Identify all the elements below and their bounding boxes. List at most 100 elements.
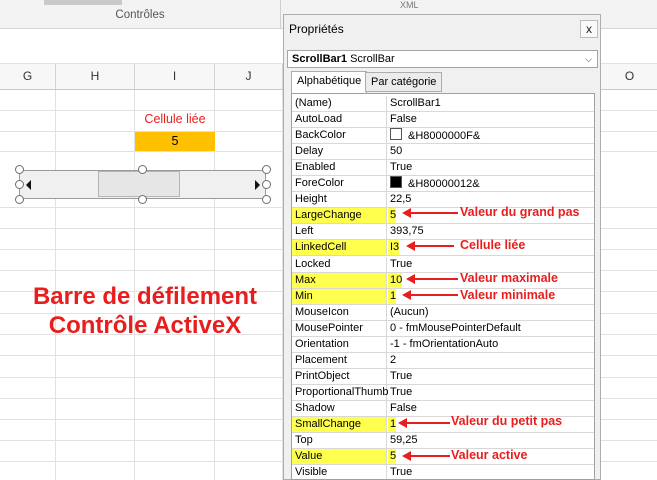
property-name: ForeColor [292,176,387,192]
property-value[interactable]: True [388,369,412,384]
resize-handle-right[interactable] [262,180,271,189]
property-name: Placement [292,352,387,368]
property-value[interactable]: False [388,112,417,127]
annotation-max: Valeur maximale [460,271,558,285]
property-value[interactable]: False [388,401,417,416]
color-swatch-icon [390,128,402,141]
property-name: Height [292,192,387,208]
property-value[interactable]: 1 [388,417,397,432]
property-value[interactable]: &H8000000F& [388,128,480,143]
property-value-text: False [390,401,417,414]
annotation-min: Valeur minimale [460,288,556,302]
property-value[interactable]: True [388,257,412,272]
property-row[interactable]: MousePointer 0 - fmMousePointerDefault [292,320,594,337]
caption-line-2: Contrôle ActiveX [48,312,242,339]
object-type: ScrollBar [350,53,395,65]
property-name: Visible [292,465,387,479]
property-row[interactable]: Visible True [292,465,594,479]
property-value[interactable]: True [388,160,412,175]
property-name: LinkedCell [292,240,387,256]
property-row[interactable]: ProportionalThumb True [292,384,594,401]
property-value[interactable]: &H80000012& [388,176,480,191]
property-value[interactable]: ScrollBar1 [388,96,441,111]
property-row[interactable]: Left 393,75 [292,224,594,241]
property-value[interactable]: 50 [388,144,402,159]
color-swatch-icon [390,176,402,189]
annotation-arrow [410,212,458,214]
column-header-h[interactable]: H [56,64,135,89]
resize-handle-bottom-right[interactable] [262,195,271,204]
property-value[interactable]: True [388,465,412,479]
property-value[interactable]: 59,25 [388,433,418,448]
annotation-value: Valeur active [451,448,528,462]
property-value[interactable]: 22,5 [388,192,411,207]
property-name: Left [292,224,387,240]
object-selector-dropdown[interactable]: ScrollBar1 ScrollBar ⌵ [287,50,598,68]
tab-alphabetique[interactable]: Alphabétique [291,71,368,93]
property-row[interactable]: Delay 50 [292,144,594,161]
property-value[interactable]: 10 [388,272,403,288]
property-name: Top [292,433,387,449]
resize-handle-left[interactable] [15,180,24,189]
tab-par-categorie[interactable]: Par catégorie [365,72,443,92]
column-header-i[interactable]: I [135,64,215,89]
property-row[interactable]: AutoLoad False [292,112,594,129]
property-value[interactable]: -1 - fmOrientationAuto [388,337,498,352]
property-value-text: True [390,257,413,270]
property-row[interactable]: BackColor &H8000000F& [292,128,594,145]
property-row[interactable]: Placement 2 [292,352,594,369]
property-value[interactable]: 2 [388,353,396,368]
property-row[interactable]: PrintObject True [292,368,594,385]
ribbon-separator [280,0,281,28]
resize-handle-bottom-left[interactable] [15,195,24,204]
column-header-o[interactable]: O [602,64,657,89]
column-header-j[interactable]: J [215,64,283,89]
property-row[interactable]: ForeColor &H80000012& [292,176,594,193]
property-name: BackColor [292,128,387,144]
property-name: LargeChange [292,208,387,224]
property-value[interactable]: True [388,385,412,400]
property-row[interactable]: Orientation -1 - fmOrientationAuto [292,336,594,353]
property-value-text: 10 [390,273,403,286]
scrollbar-thumb[interactable] [98,171,180,197]
property-value-text: 0 - fmMousePointerDefault [390,321,521,334]
object-name: ScrollBar1 [292,53,348,65]
linked-cell-label: Cellule liée [144,112,206,126]
resize-handle-bottom[interactable] [138,195,147,204]
resize-handle-top-right[interactable] [262,165,271,174]
property-name: (Name) [292,96,387,111]
property-value[interactable]: 5 [388,208,397,224]
property-value-text: (Aucun) [390,305,429,318]
property-value[interactable]: (Aucun) [388,305,429,320]
property-row[interactable]: LinkedCell I3 [292,240,594,257]
property-name: Shadow [292,400,387,416]
annotation-small-change: Valeur du petit pas [451,414,563,428]
property-value-text: False [390,113,417,126]
property-row[interactable]: Top 59,25 [292,433,594,450]
linked-cell-i3[interactable]: 5 [135,132,215,151]
property-value[interactable]: 0 - fmMousePointerDefault [388,321,521,336]
resize-handle-top-left[interactable] [15,165,24,174]
property-row[interactable]: (Name) ScrollBar1 [292,96,594,112]
property-row[interactable]: Value 5 [292,449,594,466]
property-value-text: 22,5 [390,193,412,206]
property-value-text: True [390,369,413,382]
property-value[interactable]: 393,75 [388,224,424,239]
column-header-g[interactable]: G [0,64,56,89]
ribbon-tab-remnant[interactable] [44,0,122,5]
property-value[interactable]: 1 [388,288,397,304]
right-arrow-icon [255,180,260,190]
property-row[interactable]: Enabled True [292,160,594,177]
close-button[interactable]: x [580,20,598,38]
property-value-text: 59,25 [390,434,418,447]
chevron-down-icon: ⌵ [585,54,592,64]
property-name: MousePointer [292,320,387,336]
property-value[interactable]: 5 [388,449,397,465]
annotation-arrow [410,455,450,457]
ribbon-xml-label: XML [400,0,419,10]
property-value-text: 2 [390,353,397,366]
resize-handle-top[interactable] [138,165,147,174]
property-name: MouseIcon [292,304,387,320]
property-row[interactable]: MouseIcon (Aucun) [292,304,594,321]
property-value[interactable]: I3 [388,240,400,256]
